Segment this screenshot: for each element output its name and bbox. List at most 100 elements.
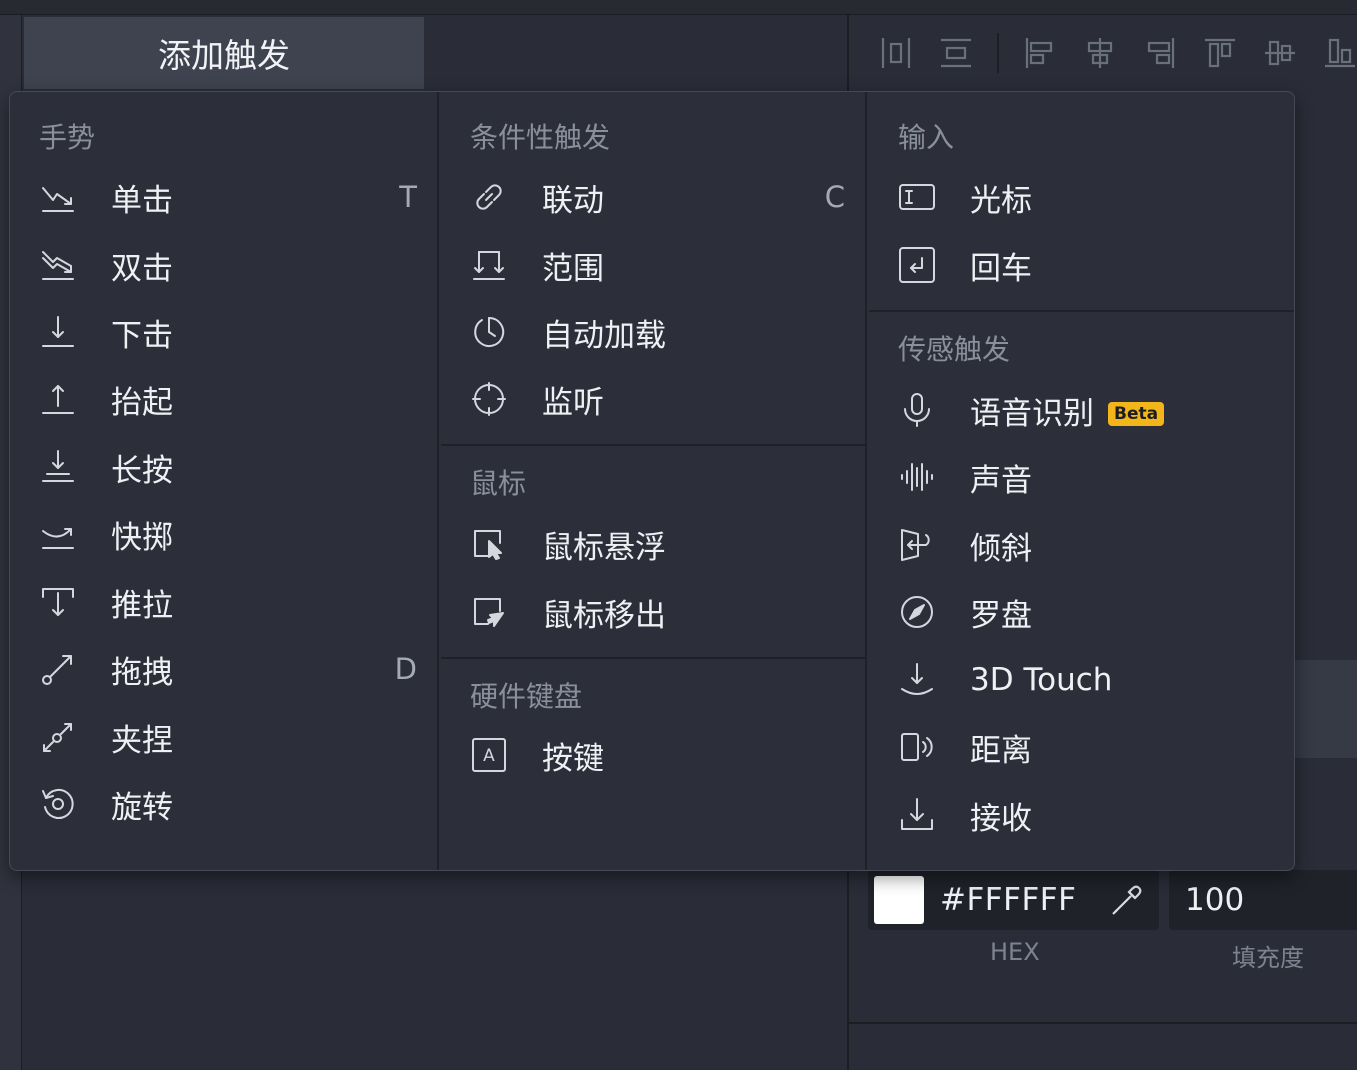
menu-item-mouse-hover[interactable]: 鼠标悬浮 xyxy=(441,514,865,574)
menu-item-label: 单击 xyxy=(111,182,173,219)
beta-badge: Beta xyxy=(1108,401,1165,426)
menu-item-label: 回车 xyxy=(970,250,1032,287)
mouse-out-icon xyxy=(470,593,508,631)
proximity-icon xyxy=(898,728,936,766)
distribute-horizontal-icon[interactable] xyxy=(879,36,913,70)
tilt-icon xyxy=(898,526,936,564)
menu-item-label: 联动 xyxy=(542,182,604,219)
menu-item-label: 旋转 xyxy=(111,789,173,826)
shortcut-hint: D xyxy=(394,652,417,686)
top-strip xyxy=(0,0,1357,15)
add-trigger-button[interactable]: 添加触发 xyxy=(24,17,424,89)
opacity-field[interactable]: 100 xyxy=(1169,870,1357,930)
section-divider xyxy=(441,444,865,446)
add-trigger-menu: 手势 单击 T 双击 下击 抬起 长按 快掷 推拉 拖拽 D 夹捏 旋转 条件性… xyxy=(9,91,1295,871)
hex-label: HEX xyxy=(990,938,1040,966)
pull-icon xyxy=(39,583,77,621)
menu-item-label: 光标 xyxy=(970,182,1032,219)
menu-item-speech-recognition[interactable]: 语音识别 Beta xyxy=(869,380,1294,440)
align-left-icon[interactable] xyxy=(1023,36,1057,70)
menu-item-pinch[interactable]: 夹捏 xyxy=(10,707,437,767)
menu-item-key[interactable]: A 按键 xyxy=(441,725,865,785)
menu-item-label: 鼠标移出 xyxy=(542,597,666,634)
menu-item-link[interactable]: 联动 C xyxy=(441,167,865,227)
menu-item-tap[interactable]: 单击 T xyxy=(10,167,437,227)
menu-item-label: 语音识别 Beta xyxy=(970,388,1165,433)
menu-item-label: 接收 xyxy=(970,800,1032,837)
3d-touch-icon xyxy=(898,661,936,699)
sensor-title: 传感触发 xyxy=(898,333,1011,366)
align-top-icon[interactable] xyxy=(1203,36,1237,70)
auto-load-icon xyxy=(470,313,508,351)
menu-item-double-tap[interactable]: 双击 xyxy=(10,235,437,295)
menu-item-long-press[interactable]: 长按 xyxy=(10,437,437,497)
shortcut-hint: T xyxy=(399,180,417,214)
input-title: 输入 xyxy=(898,121,955,154)
long-press-icon xyxy=(39,448,77,486)
receive-icon xyxy=(898,796,936,834)
menu-item-tilt[interactable]: 倾斜 xyxy=(869,515,1294,575)
link-icon xyxy=(470,178,508,216)
menu-item-label: 鼠标悬浮 xyxy=(542,529,666,566)
rotate-icon xyxy=(39,785,77,823)
color-swatch[interactable] xyxy=(874,876,924,924)
double-tap-icon xyxy=(39,246,77,284)
align-center-horizontal-icon[interactable] xyxy=(1083,36,1117,70)
gestures-title: 手势 xyxy=(39,121,96,154)
menu-item-3d-touch[interactable]: 3D Touch xyxy=(869,650,1294,710)
menu-item-label: 快掷 xyxy=(111,519,173,556)
menu-item-label: 推拉 xyxy=(111,587,173,624)
menu-item-touch-up[interactable]: 抬起 xyxy=(10,369,437,429)
distribute-vertical-icon[interactable] xyxy=(939,36,973,70)
eyedropper-icon[interactable] xyxy=(1109,882,1145,918)
menu-item-label: 双击 xyxy=(111,250,173,287)
menu-item-enter[interactable]: 回车 xyxy=(869,235,1294,295)
listen-icon xyxy=(470,380,508,418)
align-right-icon[interactable] xyxy=(1143,36,1177,70)
mouse-hover-icon xyxy=(470,525,508,563)
menu-item-swipe[interactable]: 快掷 xyxy=(10,504,437,564)
swipe-icon xyxy=(39,515,77,553)
align-middle-vertical-icon[interactable] xyxy=(1263,36,1297,70)
menu-item-range[interactable]: 范围 xyxy=(441,235,865,295)
input-column: 输入 光标 回车 传感触发 语音识别 Beta 声音 倾斜 罗盘 3D Touc… xyxy=(869,92,1294,870)
microphone-icon xyxy=(898,391,936,429)
menu-item-sound[interactable]: 声音 xyxy=(869,447,1294,507)
menu-item-auto-load[interactable]: 自动加载 xyxy=(441,302,865,362)
menu-item-touch-down[interactable]: 下击 xyxy=(10,302,437,362)
menu-item-rotate[interactable]: 旋转 xyxy=(10,774,437,834)
properties-panel xyxy=(1293,93,1357,638)
svg-text:A: A xyxy=(483,746,495,766)
enter-icon xyxy=(898,246,936,284)
menu-item-label: 监听 xyxy=(542,384,604,421)
menu-item-proximity[interactable]: 距离 xyxy=(869,717,1294,777)
align-bottom-icon[interactable] xyxy=(1323,36,1357,70)
touch-up-icon xyxy=(39,380,77,418)
compass-icon xyxy=(898,593,936,631)
hex-value[interactable]: #FFFFFF xyxy=(940,882,1076,918)
align-toolbar xyxy=(849,17,1357,89)
range-icon xyxy=(470,246,508,284)
drag-icon xyxy=(39,650,77,688)
mouse-title: 鼠标 xyxy=(470,467,527,500)
tap-icon xyxy=(39,178,77,216)
speech-label: 语音识别 xyxy=(970,395,1094,432)
menu-item-label: 下击 xyxy=(111,317,173,354)
menu-item-label: 抬起 xyxy=(111,384,173,421)
menu-item-mouse-out[interactable]: 鼠标移出 xyxy=(441,582,865,642)
menu-item-cursor[interactable]: 光标 xyxy=(869,167,1294,227)
menu-item-listen[interactable]: 监听 xyxy=(441,369,865,429)
menu-item-receive[interactable]: 接收 xyxy=(869,785,1294,845)
conditional-title: 条件性触发 xyxy=(470,121,611,154)
menu-item-compass[interactable]: 罗盘 xyxy=(869,582,1294,642)
menu-item-label: 距离 xyxy=(970,732,1032,769)
shortcut-hint: C xyxy=(824,180,845,214)
keyboard-title: 硬件键盘 xyxy=(470,680,583,713)
menu-item-label: 倾斜 xyxy=(970,530,1032,567)
menu-item-drag[interactable]: 拖拽 D xyxy=(10,639,437,699)
fill-color-field[interactable]: #FFFFFF xyxy=(868,870,1159,930)
menu-item-pull[interactable]: 推拉 xyxy=(10,572,437,632)
menu-item-label: 3D Touch xyxy=(970,662,1113,698)
menu-item-label: 按键 xyxy=(542,740,604,777)
section-divider xyxy=(441,657,865,659)
